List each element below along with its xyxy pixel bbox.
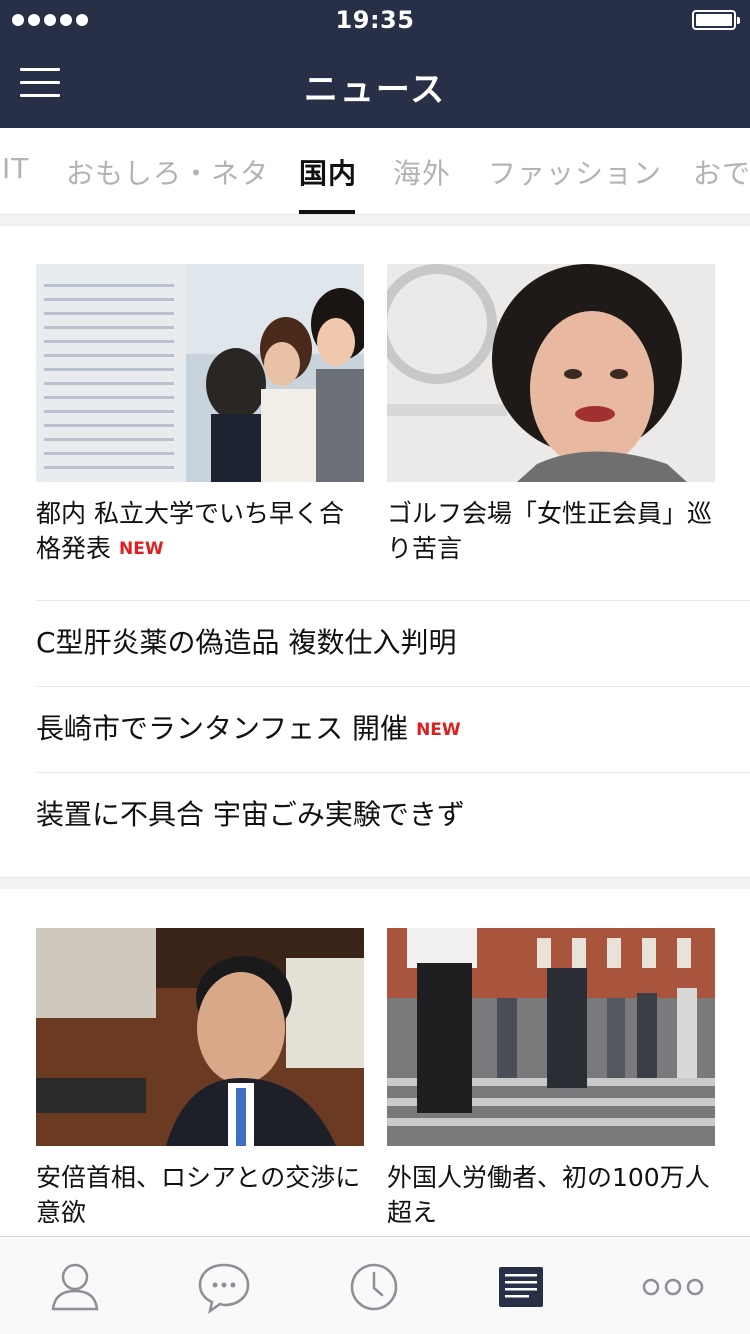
article-card[interactable]: 都内 私立大学でいち早く合格発表 NEW [36,264,364,567]
app-header: 19:35 ニュース [0,0,750,128]
article-title: 都内 私立大学でいち早く合格発表 NEW [36,499,344,563]
tab-timeline[interactable] [344,1259,404,1315]
tab-odekake[interactable]: おで [693,152,750,192]
section-divider [0,877,750,889]
more-icon [642,1278,704,1296]
new-badge: NEW [119,539,164,559]
status-time: 19:35 [335,6,415,34]
tab-chats[interactable] [194,1259,254,1315]
crosswalk-crowd-photo [387,928,715,1146]
tab-news[interactable] [491,1259,551,1315]
battery-icon [692,10,740,30]
new-badge: NEW [416,720,461,740]
page-title: ニュース [303,70,447,110]
tab-omoshiro-neta[interactable]: おもしろ・ネタ [66,152,269,192]
category-tabs: IT おもしろ・ネタ 国内 海外 ファッション おで [0,128,750,214]
bottom-tab-bar [0,1236,750,1334]
tab-friends[interactable] [45,1259,105,1315]
article-card[interactable]: 外国人労働者、初の100万人超え [387,928,715,1230]
students-viewing-exam-results-photo [36,264,364,482]
article-card[interactable]: 安倍首相、ロシアとの交渉に意欲 [36,928,364,1230]
article-title: 外国人労働者、初の100万人超え [387,1163,710,1227]
tab-it[interactable]: IT [2,152,29,185]
section-divider [0,214,750,226]
tab-fashion[interactable]: ファッション [488,152,662,192]
clock-icon [350,1263,398,1311]
article-card[interactable]: ゴルフ会場「女性正会員」巡り苦言 [387,264,715,566]
list-item[interactable]: C型肝炎薬の偽造品 複数仕入判明 [36,600,750,686]
article-title: ゴルフ会場「女性正会員」巡り苦言 [387,499,713,563]
chat-bubble-icon [198,1263,250,1314]
abe-speaking-photo [36,928,364,1146]
news-icon [499,1267,543,1307]
status-bar: 19:35 [0,0,750,40]
person-icon [51,1263,99,1311]
koike-portrait-photo [387,264,715,482]
article-title: 安倍首相、ロシアとの交渉に意欲 [36,1163,361,1227]
list-item[interactable]: 長崎市でランタンフェス 開催 NEW [36,686,750,772]
list-item[interactable]: 装置に不具合 宇宙ごみ実験できず [36,772,750,858]
tab-kokunai[interactable]: 国内 [299,152,357,192]
tab-more[interactable] [640,1259,704,1315]
tab-kaigai[interactable]: 海外 [393,152,451,192]
